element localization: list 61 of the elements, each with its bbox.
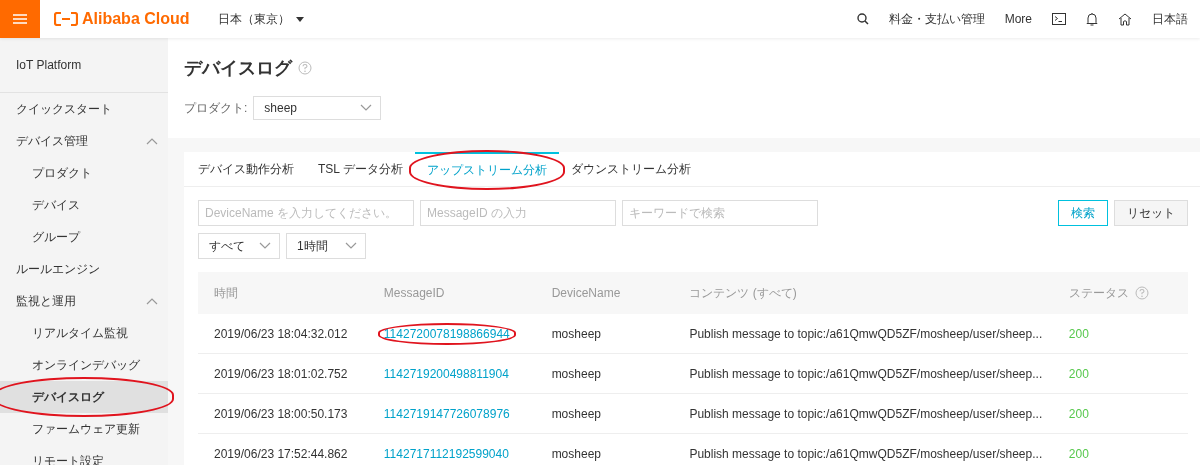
product-label: プロダクト: [184,99,248,117]
status-code: 200 [1068,366,1089,381]
menu-icon [13,14,27,24]
help-icon [298,61,312,75]
table-cell: 2019/06/23 18:01:02.752 [214,366,348,381]
status-code: 200 [1068,406,1089,421]
filter-select[interactable]: 1時間 [286,233,366,259]
topbar-link[interactable]: 日本語 [1152,10,1188,28]
chevron-down-icon [345,242,357,250]
chevron-down-icon [360,104,373,112]
tab[interactable]: デバイス動作分析 [186,152,306,186]
table-cell: Publish message to topic:/a61QmwQD5ZF/mosheep/user/sheep... [689,366,1043,381]
column-header: 時間 [214,284,238,302]
help-icon [1134,286,1149,300]
sidebar-item[interactable]: デバイス [0,189,168,221]
caret-icon [295,16,304,22]
sidebar-item[interactable]: グループ [0,221,168,253]
tab[interactable]: TSL データ分析 [306,152,415,186]
brand-name: Alibaba Cloud [82,10,190,28]
region-selector[interactable]: 日本（東京） [217,10,304,28]
chevron-up-icon [146,297,158,305]
column-header: DeviceName [551,286,621,300]
tab[interactable]: ダウンストリーム分析 [558,152,703,186]
table-cell: 2019/06/23 17:52:44.862 [214,446,348,461]
table-cell: mosheep [551,326,601,341]
terminal-icon[interactable] [1052,13,1066,25]
home-icon[interactable] [1118,12,1132,26]
table-cell: Publish message to topic:/a61QmwQD5ZF/mosheep/user/sheep... [689,446,1043,461]
search-field[interactable]: キーワードで検索 [622,200,818,226]
bell-icon[interactable] [1086,12,1098,26]
search-icon[interactable] [856,13,869,25]
topbar-link[interactable]: More [1004,12,1032,26]
sidebar-item[interactable]: クイックスタート [0,93,168,125]
topbar-link[interactable]: 料金・支払い管理 [888,10,985,28]
table-cell: 2019/06/23 18:04:32.012 [214,326,348,341]
table-cell: Publish message to topic:/a61QmwQD5ZF/mosheep/user/sheep... [689,326,1043,341]
table-cell: mosheep [551,406,601,421]
chevron-down-icon [259,242,271,250]
search-field[interactable]: MessageID の入力 [420,200,616,226]
table-cell: mosheep [551,446,601,461]
sidebar-item[interactable]: オンラインデバッグ [0,349,168,381]
status-code: 200 [1068,326,1089,341]
reset-button[interactable]: リセット [1114,200,1188,226]
table-cell: mosheep [551,366,601,381]
chevron-up-icon [146,137,158,145]
filter-select[interactable]: すべて [198,233,280,259]
sidebar-item[interactable]: デバイス管理 [0,125,168,157]
column-header: MessageID [383,286,445,300]
column-header: ステータス [1068,284,1149,302]
page-title: デバイスログ [184,57,292,80]
sidebar-item[interactable]: ファームウェア更新 [0,413,168,445]
table-cell: 2019/06/23 18:00:50.173 [214,406,348,421]
table-cell: Publish message to topic:/a61QmwQD5ZF/mosheep/user/sheep... [689,406,1043,421]
column-header: コンテンツ (すべて) [689,284,797,302]
sidebar-item[interactable]: ルールエンジン [0,253,168,285]
sidebar-item[interactable]: プロダクト [0,157,168,189]
product-select[interactable]: sheep [253,96,382,120]
status-code: 200 [1068,446,1089,461]
sidebar-item[interactable]: 監視と運用 [0,285,168,317]
logo-icon [54,12,78,26]
sidebar-item[interactable]: リアルタイム監視 [0,317,168,349]
